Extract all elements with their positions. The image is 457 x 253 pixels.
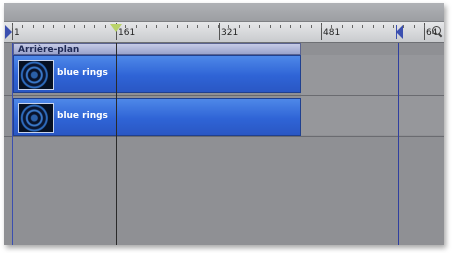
play-range-out-icon[interactable] [396,25,403,39]
ruler-minor-tick [53,25,54,28]
ruler-minor-tick [342,25,343,28]
ruler-minor-tick [94,25,95,28]
clip-label: blue rings [57,111,108,121]
playhead-icon[interactable] [110,24,122,32]
ruler-minor-tick [197,25,198,28]
ruler-minor-tick [311,25,312,28]
ruler-minor-tick [12,25,13,28]
ruler-minor-tick [74,25,75,28]
ruler-minor-tick [156,25,157,28]
ruler-minor-tick [270,25,271,28]
ruler-minor-tick [373,25,374,28]
ruler-label-481: 481 [323,28,341,38]
track-area[interactable]: Arrière-plan blue rings blue rings [4,43,444,245]
ruler-minor-tick [22,25,23,28]
ruler-minor-tick [208,25,209,28]
play-range-out-guide [398,43,399,245]
timeline-window: 1 161 321 481 64 Arrière-plan blue rings… [4,3,444,245]
ruler-minor-tick [33,25,34,28]
timeline-ruler[interactable]: 1 161 321 481 64 [4,22,444,43]
ruler-minor-tick [146,25,147,28]
ruler-minor-tick [259,25,260,28]
clip-label: blue rings [57,68,108,78]
timeline-toolbar [4,3,444,22]
ruler-minor-tick [239,25,240,28]
ruler-minor-tick [136,25,137,28]
play-range-in-line [12,43,13,245]
ruler-major-tick [219,23,220,40]
clip-blue-rings-1[interactable]: blue rings [13,55,301,93]
ruler-minor-tick [383,25,384,28]
ruler-label-321: 321 [221,28,239,38]
group-header[interactable]: Arrière-plan [13,43,301,55]
zoom-handle [438,33,443,38]
ruler-minor-tick [321,25,322,28]
ruler-minor-tick [424,25,425,28]
ruler-minor-tick [300,25,301,28]
ruler-minor-tick [249,25,250,28]
ruler-minor-tick [403,25,404,28]
play-range-in-icon[interactable] [5,25,12,39]
ruler-minor-tick [280,25,281,28]
clip-thumbnail [18,103,54,133]
ruler-minor-tick [167,25,168,28]
ruler-minor-tick [43,25,44,28]
ruler-minor-tick [393,25,394,28]
ruler-minor-tick [290,25,291,28]
ruler-minor-tick [187,25,188,28]
ruler-label-1: 1 [14,28,20,38]
ruler-minor-tick [362,25,363,28]
ruler-minor-tick [84,25,85,28]
playhead-line[interactable] [116,43,117,245]
track-divider [4,136,444,137]
ruler-minor-tick [64,25,65,28]
ruler-minor-tick [218,25,219,28]
ruler-minor-tick [352,25,353,28]
ruler-minor-tick [177,25,178,28]
ruler-minor-tick [414,25,415,28]
ruler-minor-tick [105,25,106,28]
track-divider [4,95,444,96]
zoom-magnifier-icon[interactable] [431,25,443,38]
clip-thumbnail [18,60,54,90]
clip-blue-rings-2[interactable]: blue rings [13,98,301,136]
